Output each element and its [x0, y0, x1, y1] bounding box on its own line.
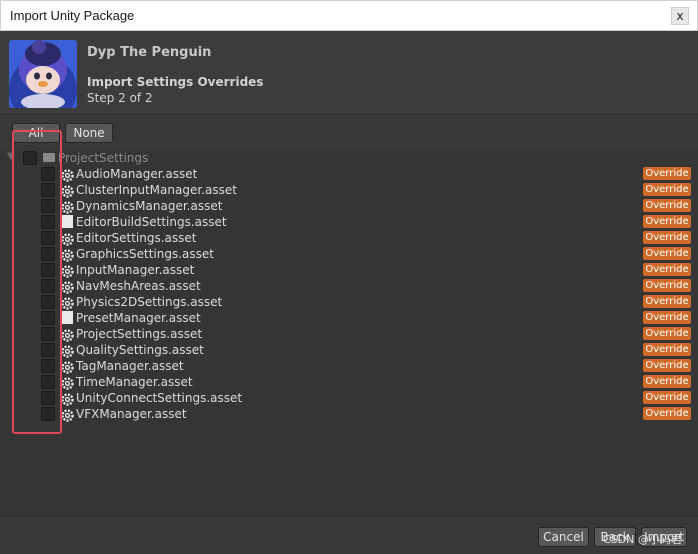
asset-name: TagManager.asset — [76, 359, 184, 373]
asset-name: EditorBuildSettings.asset — [76, 215, 227, 229]
override-badge: Override — [643, 391, 691, 404]
window-title: Import Unity Package — [10, 8, 135, 23]
watermark-text: CSDN @小码君 — [603, 533, 682, 546]
asset-row[interactable]: DynamicsManager.asset Override — [0, 198, 698, 214]
override-badge: Override — [643, 343, 691, 356]
override-badge: Override — [643, 247, 691, 260]
asset-name: UnityConnectSettings.asset — [76, 391, 243, 405]
override-badge: Override — [643, 167, 691, 180]
gear-icon — [61, 183, 74, 198]
override-badge: Override — [643, 183, 691, 196]
select-none-button[interactable]: None — [65, 123, 113, 143]
override-badge: Override — [643, 359, 691, 372]
asset-name: Physics2DSettings.asset — [76, 295, 223, 309]
asset-name: NavMeshAreas.asset — [76, 279, 201, 293]
gear-icon — [61, 247, 74, 262]
asset-row[interactable]: UnityConnectSettings.asset Override — [0, 390, 698, 406]
asset-row[interactable]: GraphicsSettings.asset Override — [0, 246, 698, 262]
file-icon — [62, 311, 73, 324]
asset-row[interactable]: PresetManager.asset Override — [0, 310, 698, 326]
asset-name: VFXManager.asset — [76, 407, 187, 421]
gear-icon — [61, 295, 74, 310]
override-badge: Override — [643, 407, 691, 420]
asset-row[interactable]: VFXManager.asset Override — [0, 406, 698, 422]
file-icon — [62, 215, 73, 228]
asset-row[interactable]: EditorSettings.asset Override — [0, 230, 698, 246]
cancel-button[interactable]: Cancel — [538, 527, 589, 547]
asset-row[interactable]: InputManager.asset Override — [0, 262, 698, 278]
gear-icon — [61, 359, 74, 374]
asset-name: TimeManager.asset — [76, 375, 193, 389]
override-badge: Override — [643, 375, 691, 388]
package-name: Dyp The Penguin — [87, 45, 212, 60]
asset-name: InputManager.asset — [76, 263, 195, 277]
gear-icon — [61, 279, 74, 294]
asset-name: ClusterInputManager.asset — [76, 183, 237, 197]
asset-name: DynamicsManager.asset — [76, 199, 223, 213]
asset-row[interactable]: EditorBuildSettings.asset Override — [0, 214, 698, 230]
package-header: Dyp The Penguin Import Settings Override… — [0, 31, 698, 115]
gear-icon — [61, 391, 74, 406]
asset-row[interactable]: TagManager.asset Override — [0, 358, 698, 374]
asset-row[interactable]: QualitySettings.asset Override — [0, 342, 698, 358]
gear-icon — [61, 263, 74, 278]
override-badge: Override — [643, 263, 691, 276]
import-package-window: Import Unity Package x Dyp The Penguin I… — [0, 0, 698, 554]
gear-icon — [61, 343, 74, 358]
asset-name: QualitySettings.asset — [76, 343, 204, 357]
gear-icon — [61, 375, 74, 390]
gear-icon — [61, 199, 74, 214]
override-badge: Override — [643, 231, 691, 244]
root-folder-label: ProjectSettings — [58, 151, 149, 165]
override-badge: Override — [643, 279, 691, 292]
penguin-avatar — [9, 40, 77, 108]
override-badge: Override — [643, 215, 691, 228]
asset-row[interactable]: Physics2DSettings.asset Override — [0, 294, 698, 310]
asset-row[interactable]: TimeManager.asset Override — [0, 374, 698, 390]
asset-tree: ▼ ProjectSettings AudioManager.asset Over… — [0, 150, 698, 516]
asset-row[interactable]: NavMeshAreas.asset Override — [0, 278, 698, 294]
title-bar: Import Unity Package x — [0, 0, 698, 31]
asset-name: AudioManager.asset — [76, 167, 198, 181]
override-badge: Override — [643, 327, 691, 340]
asset-name: PresetManager.asset — [76, 311, 201, 325]
override-badge: Override — [643, 199, 691, 212]
step-title: Import Settings Overrides — [87, 75, 264, 89]
asset-row[interactable]: AudioManager.asset Override — [0, 166, 698, 182]
step-indicator: Step 2 of 2 — [87, 91, 153, 105]
asset-name: ProjectSettings.asset — [76, 327, 203, 341]
asset-name: EditorSettings.asset — [76, 231, 197, 245]
override-badge: Override — [643, 295, 691, 308]
gear-icon — [61, 407, 74, 422]
close-icon[interactable]: x — [671, 7, 689, 25]
override-badge: Override — [643, 311, 691, 324]
gear-icon — [61, 167, 74, 182]
asset-row[interactable]: ProjectSettings.asset Override — [0, 326, 698, 342]
checkbox-highlight-box — [12, 130, 62, 434]
gear-icon — [61, 327, 74, 342]
asset-row[interactable]: ClusterInputManager.asset Override — [0, 182, 698, 198]
asset-name: GraphicsSettings.asset — [76, 247, 214, 261]
gear-icon — [61, 231, 74, 246]
tree-root-row[interactable]: ▼ ProjectSettings — [0, 150, 698, 166]
